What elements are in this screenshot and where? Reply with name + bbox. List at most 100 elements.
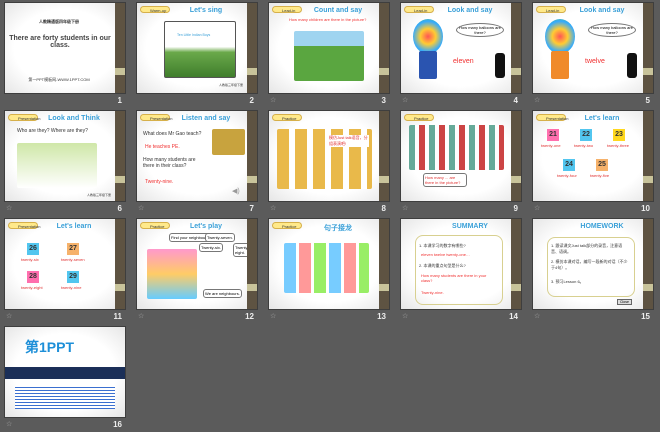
- slide-preview[interactable]: Presentation Let's learn 21 twenty-one 22 twe…: [532, 110, 654, 202]
- animation-icon: ☆: [402, 97, 409, 104]
- slide-text: 人教版三年级下册: [86, 193, 111, 197]
- slide-thumbnail[interactable]: 第1PPT ☆ 16: [2, 324, 134, 432]
- logo: 第1PPT: [25, 339, 75, 355]
- section-badge: Presentation: [8, 114, 40, 121]
- slide-number: 1: [117, 96, 122, 105]
- number-card[interactable]: 23: [613, 129, 625, 141]
- balloons-image: [413, 19, 443, 54]
- slide-side-strip: [643, 219, 653, 309]
- slide-preview[interactable]: Lead-in Count and say How many children ar…: [268, 2, 390, 94]
- slide-preview[interactable]: HOMEWORK 1. 跟读课文Just talk部分的录音，注意语音、语调。 2.…: [532, 218, 654, 310]
- link-list: [15, 385, 115, 409]
- number-card[interactable]: 25: [596, 159, 608, 171]
- slide-thumbnail[interactable]: Practice 句子接龙 ☆ 13: [266, 216, 398, 324]
- slide-text: Ten Little Indian Boys: [177, 33, 211, 37]
- animation-icon: ☆: [270, 313, 277, 320]
- slide-text: He teaches PE.: [145, 144, 180, 150]
- slide-preview[interactable]: Warm-up Let's sing Ten Little Indian Boys 人…: [136, 2, 258, 94]
- slide-preview[interactable]: Practice How many ... are there in the pi…: [400, 110, 522, 202]
- slide-number: 14: [509, 312, 518, 321]
- section-badge: Presentation: [536, 114, 568, 121]
- slide-preview[interactable]: Lead-in Look and say How many balloons are…: [532, 2, 654, 94]
- slide-side-strip: [511, 111, 521, 201]
- slide-title: Look and Think: [48, 115, 100, 122]
- slide-thumbnail[interactable]: Presentation Let's learn 21 twenty-one 22 twe…: [530, 108, 660, 216]
- slide-title: Look and say: [447, 7, 493, 14]
- number-word: twenty-seven: [61, 257, 85, 262]
- slide-title: Let's learn: [584, 115, 620, 122]
- slide-preview[interactable]: Practice 句子接龙: [268, 218, 390, 310]
- number-card[interactable]: 21: [547, 129, 559, 141]
- animation-icon: ☆: [6, 421, 13, 428]
- slide-thumbnail[interactable]: Lead-in Look and say How many balloons are…: [398, 0, 530, 108]
- slide-text: How many students are there in your clas…: [421, 273, 487, 283]
- animation-icon: ☆: [534, 205, 541, 212]
- animation-icon: ☆: [138, 205, 145, 212]
- slide-thumbnail[interactable]: HOMEWORK 1. 跟读课文Just talk部分的录音，注意语音、语调。 2.…: [530, 216, 660, 324]
- number-card[interactable]: 22: [580, 129, 592, 141]
- slide-thumbnail[interactable]: Presentation Listen and say What does Mr G…: [134, 108, 266, 216]
- animation-icon: ☆: [534, 313, 541, 320]
- number-word: twenty-five: [590, 173, 610, 178]
- class-picture: [212, 129, 245, 155]
- slide-thumbnail[interactable]: Warm-up Let's sing Ten Little Indian Boys 人…: [134, 0, 266, 108]
- animation-icon: ☆: [138, 313, 145, 320]
- slide-preview[interactable]: Presentation Listen and say What does Mr G…: [136, 110, 258, 202]
- close-button[interactable]: Close: [617, 299, 632, 305]
- number-card[interactable]: 29: [67, 271, 79, 283]
- section-badge: Practice: [404, 114, 434, 121]
- slide-thumbnail[interactable]: Lead-in Look and say How many balloons are…: [530, 0, 660, 108]
- slide-preview[interactable]: Practice Let's play Find your neighbours. T…: [136, 218, 258, 310]
- slide-side-strip: [115, 3, 125, 93]
- slide-preview[interactable]: Presentation Let's learn 26 twenty-six 27 twe…: [4, 218, 126, 310]
- slide-number: 9: [513, 204, 518, 213]
- class-picture: [17, 143, 97, 188]
- slide-preview[interactable]: 第1PPT: [4, 326, 126, 418]
- speaker-icon[interactable]: ◀): [232, 187, 240, 195]
- animation-icon: ☆: [402, 313, 409, 320]
- section-badge: Lead-in: [536, 6, 566, 13]
- slide-text: How many students are there in their cla…: [143, 157, 196, 169]
- slide-number: 12: [245, 312, 254, 321]
- number-card[interactable]: 26: [27, 243, 39, 255]
- number-card[interactable]: 24: [563, 159, 575, 171]
- slide-text: 2. 本课的重点句型是什么?: [419, 263, 466, 268]
- slide-text: Twenty-nine.: [421, 290, 444, 295]
- slide-text: 人教版三年级下册: [218, 83, 243, 87]
- slide-title: Count and say: [313, 7, 363, 14]
- slide-preview[interactable]: SUMMARY 1. 本课学习的数字有哪些? eleven twelve twent…: [400, 218, 522, 310]
- slide-thumbnail[interactable]: Presentation Let's learn 26 twenty-six 27 twe…: [2, 216, 134, 324]
- slide-thumbnail[interactable]: 人教精通版四年级下册 There are forty students in ou…: [2, 0, 134, 108]
- slide-thumbnail[interactable]: Practice How many ... are there in the pi…: [398, 108, 530, 216]
- slide-text: How many children are there in the pictu…: [289, 17, 367, 22]
- slide-side-strip: [247, 219, 257, 309]
- number-word: twenty-three: [607, 143, 630, 148]
- slide-side-strip: [511, 219, 521, 309]
- mickey-image: [627, 53, 637, 78]
- slide-title: Let's learn: [56, 223, 92, 230]
- slide-thumbnail[interactable]: SUMMARY 1. 本课学习的数字有哪些? eleven twelve twent…: [398, 216, 530, 324]
- slide-text: 第一PPT模板网-WWW.1PPT.COM: [28, 77, 90, 82]
- slide-text: 2. 模仿本课对话，编写一段新的对话（不少于4句）。: [551, 259, 628, 270]
- slide-number: 8: [381, 204, 386, 213]
- slide-number: 2: [249, 96, 254, 105]
- slide-preview[interactable]: Practice 模仿Just talk语音，分组表演吧!: [268, 110, 390, 202]
- slide-thumbnail[interactable]: Practice Let's play Find your neighbours. T…: [134, 216, 266, 324]
- slide-side-strip: [247, 3, 257, 93]
- slide-preview[interactable]: Lead-in Look and say How many balloons are…: [400, 2, 522, 94]
- number-card[interactable]: 27: [67, 243, 79, 255]
- slide-thumbnail[interactable]: Presentation Look and Think Who are they? …: [2, 108, 134, 216]
- song-image: [164, 21, 236, 78]
- balloons-image: [545, 19, 575, 54]
- slide-text: 1. 本课学习的数字有哪些?: [419, 243, 466, 248]
- slide-side-strip: [379, 111, 389, 201]
- number-card[interactable]: 28: [27, 271, 39, 283]
- slide-title: Let's play: [189, 223, 222, 230]
- slide-number: 6: [117, 204, 122, 213]
- slide-thumbnail[interactable]: Practice 模仿Just talk语音，分组表演吧! ☆ 8: [266, 108, 398, 216]
- slide-thumbnail[interactable]: Lead-in Count and say How many children ar…: [266, 0, 398, 108]
- slide-title: Listen and say: [181, 115, 231, 122]
- number-word: twenty-six: [21, 257, 39, 262]
- slide-preview[interactable]: 人教精通版四年级下册 There are forty students in ou…: [4, 2, 126, 94]
- slide-preview[interactable]: Presentation Look and Think Who are they? …: [4, 110, 126, 202]
